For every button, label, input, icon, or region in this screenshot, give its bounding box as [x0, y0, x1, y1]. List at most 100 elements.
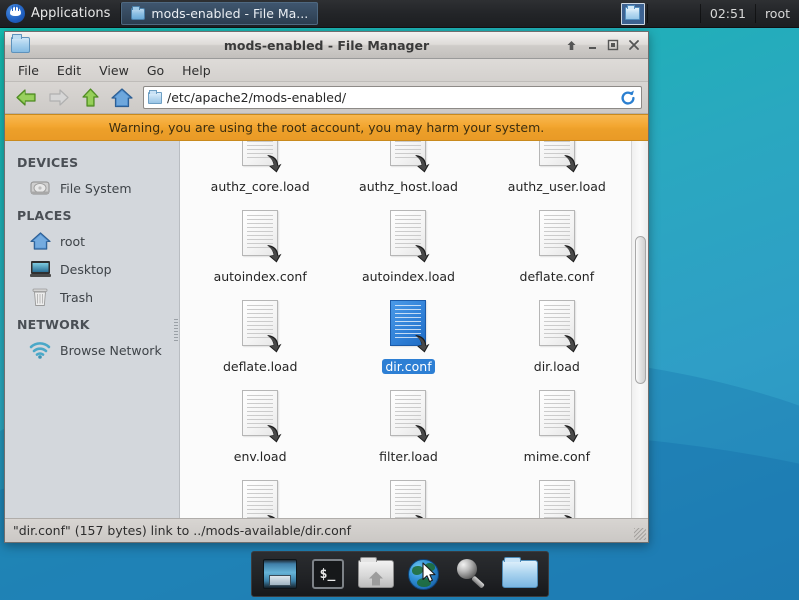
dock-item-show-desktop[interactable] — [256, 554, 304, 594]
file-item[interactable]: mime.load — [186, 476, 334, 518]
file-name-label: authz_user.load — [507, 179, 606, 194]
dock: $_ — [250, 551, 549, 597]
minimize-button[interactable] — [582, 36, 602, 55]
desktop-icon — [29, 258, 51, 280]
file-name-label: autoindex.load — [361, 269, 455, 284]
shade-button[interactable] — [561, 36, 581, 55]
file-item[interactable]: env.load — [186, 386, 334, 464]
path-entry[interactable]: /etc/apache2/mods-enabled/ — [143, 86, 642, 109]
menu-go[interactable]: Go — [139, 61, 172, 80]
sidebar-resize-grip[interactable] — [174, 318, 178, 341]
symlink-arrow-icon — [415, 155, 430, 173]
file-view[interactable]: authz_core.load authz_host.load authz_us… — [180, 141, 648, 518]
document-icon — [385, 210, 431, 266]
file-item[interactable]: deflate.conf — [483, 206, 631, 284]
symlink-arrow-icon — [267, 425, 282, 443]
status-bar: "dir.conf" (157 bytes) link to ../mods-a… — [5, 518, 648, 542]
user-indicator[interactable]: root — [756, 6, 799, 21]
menu-view[interactable]: View — [91, 61, 137, 80]
file-name-label: filter.load — [379, 449, 438, 464]
dock-item-home-folder[interactable] — [352, 554, 400, 594]
file-name-label: deflate.load — [222, 359, 298, 374]
dock-item-terminal[interactable]: $_ — [304, 554, 352, 594]
window-folder-icon — [11, 34, 30, 53]
home-button[interactable] — [107, 84, 137, 112]
sidebar-item-trash[interactable]: Trash — [5, 283, 179, 311]
forward-icon — [48, 89, 69, 106]
file-item[interactable]: authz_user.load — [483, 141, 631, 194]
dock-item-search[interactable] — [448, 554, 496, 594]
file-item[interactable]: filter.load — [334, 386, 482, 464]
window-task-list: mods-enabled - File Ma... — [121, 0, 319, 27]
document-icon — [237, 480, 283, 518]
menu-bar: File Edit View Go Help — [5, 59, 648, 82]
document-icon — [534, 390, 580, 446]
symlink-arrow-icon — [267, 245, 282, 263]
file-manager-tray-icon[interactable] — [620, 2, 645, 25]
file-item[interactable]: dir.load — [483, 296, 631, 374]
file-manager-window: mods-enabled - File Manager File Edit Vi… — [4, 31, 649, 543]
file-name-label: dir.conf — [382, 359, 435, 374]
file-name-label: authz_host.load — [359, 179, 458, 194]
xfce-mouse-icon — [6, 4, 25, 23]
task-button-file-manager[interactable]: mods-enabled - File Ma... — [121, 2, 319, 25]
file-item[interactable]: mpm_event.conf — [334, 476, 482, 518]
menu-file[interactable]: File — [10, 61, 47, 80]
file-item[interactable]: mpm_event.load — [483, 476, 631, 518]
symlink-arrow-icon — [267, 155, 282, 173]
document-icon — [534, 141, 580, 176]
trash-icon — [29, 286, 51, 308]
harddisk-icon — [29, 177, 51, 199]
file-name-label: env.load — [233, 449, 287, 464]
symlink-arrow-icon — [563, 245, 579, 263]
network-icon — [29, 339, 51, 361]
reload-icon[interactable] — [619, 89, 637, 107]
close-button[interactable] — [624, 36, 644, 55]
file-item[interactable]: autoindex.load — [334, 206, 482, 284]
file-item[interactable]: autoindex.conf — [186, 206, 334, 284]
maximize-button[interactable] — [603, 36, 623, 55]
menu-help[interactable]: Help — [174, 61, 219, 80]
vertical-scrollbar[interactable] — [631, 141, 648, 518]
clock[interactable]: 02:51 — [701, 6, 755, 21]
window-buttons — [561, 36, 648, 55]
folder-icon — [501, 557, 538, 588]
document-icon — [237, 210, 283, 266]
window-resize-grip[interactable] — [634, 528, 646, 540]
menu-edit[interactable]: Edit — [49, 61, 89, 80]
sidebar-header-network: NETWORK — [17, 317, 90, 332]
panel-user-area: root — [756, 0, 799, 27]
document-icon — [237, 141, 283, 176]
scrollbar-thumb[interactable] — [635, 236, 646, 384]
file-name-label: deflate.conf — [519, 269, 595, 284]
back-button[interactable] — [11, 84, 41, 112]
file-item[interactable]: authz_core.load — [186, 141, 334, 194]
dock-item-web-browser[interactable] — [400, 554, 448, 594]
document-icon — [385, 480, 431, 518]
file-item[interactable]: authz_host.load — [334, 141, 482, 194]
sidebar-label: File System — [60, 180, 132, 196]
up-button[interactable] — [75, 84, 105, 112]
symlink-arrow-icon — [415, 425, 430, 443]
toolbar: /etc/apache2/mods-enabled/ — [5, 82, 648, 114]
up-icon — [81, 88, 99, 107]
sidebar-item-root[interactable]: root — [5, 227, 179, 255]
window-title: mods-enabled - File Manager — [223, 37, 430, 53]
folder-icon — [131, 5, 146, 20]
applications-menu-button[interactable]: Applications — [0, 0, 120, 27]
window-titlebar[interactable]: mods-enabled - File Manager — [5, 32, 648, 59]
document-icon — [385, 141, 431, 176]
file-item[interactable]: deflate.load — [186, 296, 334, 374]
symlink-arrow-icon — [563, 155, 579, 173]
file-item[interactable]: mime.conf — [483, 386, 631, 464]
dock-item-file-manager[interactable] — [496, 554, 544, 594]
mouse-cursor-icon — [421, 562, 436, 583]
panel-divider — [754, 4, 756, 23]
sidebar-item-browse-network[interactable]: Browse Network — [5, 336, 179, 364]
sidebar-item-desktop[interactable]: Desktop — [5, 255, 179, 283]
sidebar-item-file-system[interactable]: File System — [5, 174, 179, 202]
file-name-label: authz_core.load — [210, 179, 310, 194]
terminal-icon: $_ — [311, 559, 344, 589]
file-grid: authz_core.load authz_host.load authz_us… — [180, 141, 631, 518]
file-item[interactable]: dir.conf — [334, 296, 482, 374]
